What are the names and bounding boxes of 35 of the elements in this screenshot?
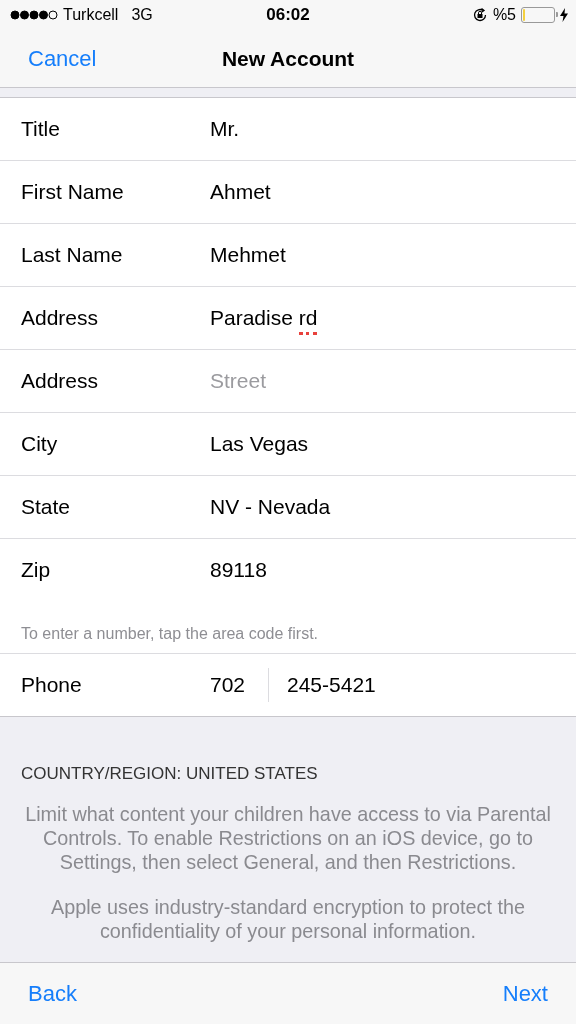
cancel-button[interactable]: Cancel xyxy=(28,45,97,72)
phone-number-field[interactable]: 245-5421 xyxy=(287,673,376,697)
input-field[interactable]: Las Vegas xyxy=(210,427,510,461)
carrier-name: Turkcell xyxy=(63,6,119,24)
country-region-label: COUNTRY/REGION: UNITED STATES xyxy=(21,764,319,784)
network-type: 3G xyxy=(131,6,153,24)
field-label: Address xyxy=(21,306,100,330)
input-field[interactable]: Paradise rd xyxy=(210,301,510,335)
field-label: First Name xyxy=(21,180,125,204)
input-field[interactable]: Mehmet xyxy=(210,238,510,272)
field-label: State xyxy=(21,495,72,519)
field-label: Zip xyxy=(21,558,52,582)
battery-icon xyxy=(521,7,555,23)
input-field[interactable]: Ahmet xyxy=(210,175,510,209)
info-paragraph: Apple uses industry-standard encryption to protect the confidentiality of your personal information. xyxy=(50,895,526,943)
phone-hint: To enter a number, tap the area code first. xyxy=(21,625,319,642)
rotation-lock-icon xyxy=(471,7,488,23)
back-button[interactable]: Back xyxy=(28,980,77,1007)
input-field[interactable]: 89118 xyxy=(210,553,510,587)
input-field[interactable]: Mr. xyxy=(210,112,510,146)
input-field[interactable]: NV - Nevada xyxy=(210,490,510,524)
screen-title: New Account xyxy=(221,46,355,71)
clock-time: 06:02 xyxy=(266,5,310,25)
input-field[interactable]: Street xyxy=(210,369,510,393)
battery-percent: %5 xyxy=(492,6,516,24)
charging-bolt-icon xyxy=(560,8,568,22)
field-label: City xyxy=(21,432,59,456)
field-label: Address xyxy=(21,369,100,393)
signal-icon xyxy=(10,10,58,20)
area-code-field[interactable]: 702 xyxy=(210,673,268,697)
next-button[interactable]: Next xyxy=(502,980,548,1007)
field-label: Phone xyxy=(21,673,83,697)
info-paragraph: Limit what content your children have access to via Parental Controls. To enable Restrictions on an iOS device, go to Settings, then select General, and then Restrictions. xyxy=(24,802,552,874)
field-label: Last Name xyxy=(21,243,124,267)
field-label: Title xyxy=(21,117,61,141)
